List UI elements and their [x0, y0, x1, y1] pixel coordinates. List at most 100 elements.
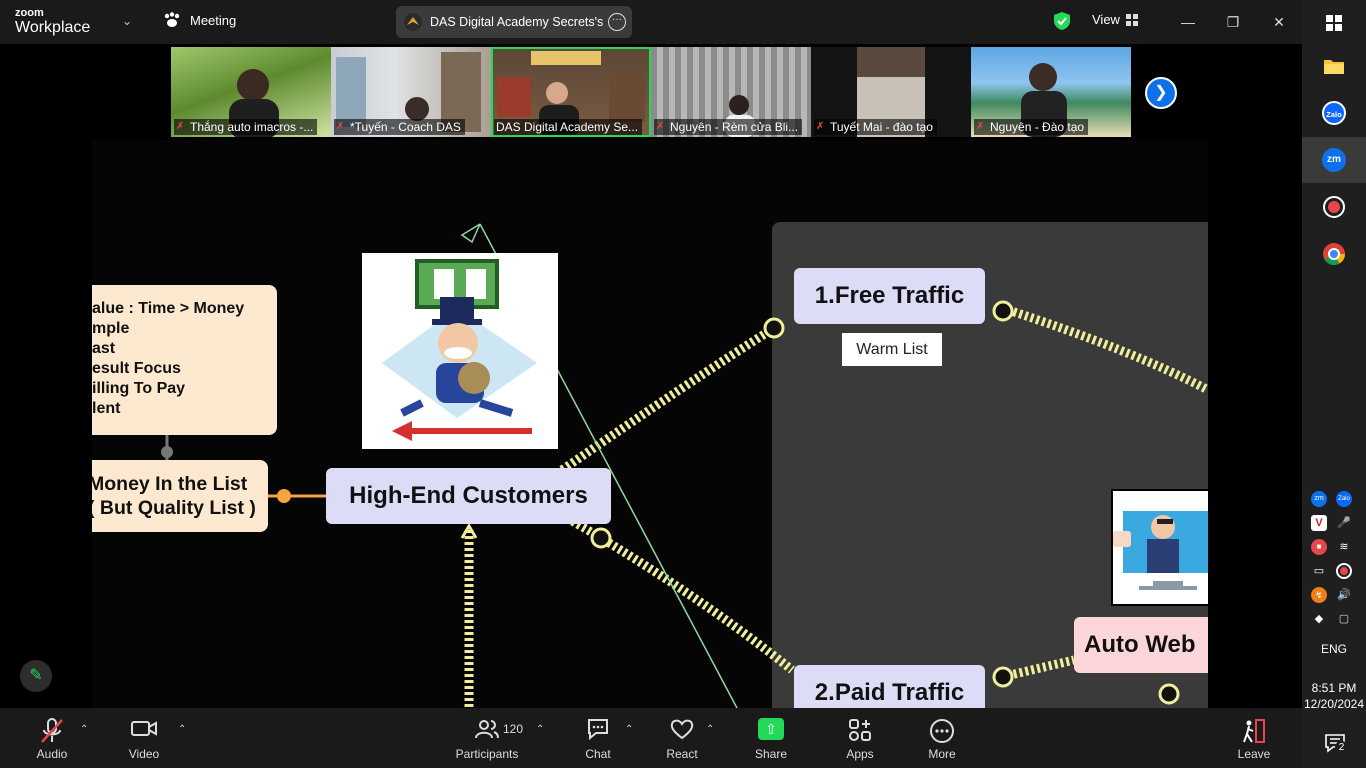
muted-mic-icon: ✗ — [816, 121, 825, 132]
input-language[interactable]: ENG — [1302, 642, 1366, 656]
share-button[interactable]: ⇧ Share — [751, 708, 791, 768]
participant-name-tag: ✗ Nguyên - Rèm cửa Bli... — [654, 119, 803, 135]
microphone-tray-icon[interactable]: 🎤 — [1336, 515, 1352, 531]
leave-door-icon — [1243, 719, 1265, 743]
auto-webinar-node: Auto Web — [1074, 617, 1208, 673]
wifi-icon[interactable]: ≋ — [1336, 539, 1352, 555]
display-icon[interactable]: ▢ — [1336, 611, 1352, 627]
muted-microphone-icon — [41, 718, 63, 743]
participant-tile[interactable]: ✗ Nguyên - Rèm cửa Bli... — [651, 47, 811, 137]
meeting-toolbar: Audio ⌃ Video ⌃ Participants 120 ⌃ Chat … — [0, 708, 1302, 768]
money-line: ( But Quality List ) — [92, 497, 256, 519]
participant-name-tag: ✗ Thắng auto imacros -... — [174, 119, 318, 135]
participant-tile-active-speaker[interactable]: DAS Digital Academy Se... — [491, 47, 651, 137]
folder-icon — [1324, 60, 1344, 74]
value-line: ast — [92, 340, 116, 357]
value-criteria-box: alue : Time > Money mple ast esult Focus… — [92, 285, 277, 435]
participants-options-chevron-icon[interactable]: ⌃ — [536, 724, 544, 735]
leave-button[interactable]: Leave — [1234, 708, 1274, 768]
webinar-presenter-illustration — [1111, 489, 1208, 606]
app-tray-icon[interactable]: ■ — [1311, 539, 1327, 555]
file-explorer-button[interactable] — [1302, 43, 1366, 89]
more-button[interactable]: More — [922, 708, 962, 768]
free-traffic-node: 1.Free Traffic — [794, 268, 985, 324]
update-tray-icon[interactable]: ↯ — [1311, 587, 1327, 603]
screen-recorder-button[interactable] — [1302, 184, 1366, 230]
chevron-down-icon[interactable]: ⌄ — [122, 14, 132, 28]
muted-mic-icon: ✗ — [976, 121, 985, 132]
zoom-app-button[interactable]: zm — [1302, 137, 1366, 183]
paid-traffic-node: 2.Paid Traffic — [794, 665, 985, 708]
muted-mic-icon: ✗ — [656, 121, 665, 132]
participants-icon — [475, 720, 499, 739]
windows-logo-icon — [1326, 15, 1342, 31]
participant-tile[interactable]: ✗ Nguyên - Đào tạo — [971, 47, 1131, 137]
shared-screen: alue : Time > Money mple ast esult Focus… — [92, 140, 1208, 708]
speaker-icon[interactable]: 🔊 — [1336, 587, 1352, 603]
clock-date: 12/20/2024 — [1303, 697, 1365, 711]
meeting-menu[interactable]: Meeting — [163, 12, 236, 28]
annotate-pencil-icon[interactable]: ✎ — [20, 660, 52, 692]
react-button[interactable]: React — [662, 708, 702, 768]
security-shield-icon[interactable] — [1053, 11, 1071, 31]
tray-app-icon[interactable]: ◆ — [1311, 611, 1327, 627]
react-label: React — [666, 747, 698, 761]
zoom-workplace-logo[interactable]: zoom Workplace — [15, 8, 90, 36]
das-logo-icon — [404, 13, 422, 31]
participant-name-tag: ✗ *Tuyến - Coach DAS — [334, 119, 465, 135]
zalo-icon: Zalo — [1322, 101, 1346, 125]
windows-taskbar: Zalo zm zm Zalo V 🎤 ■ ≋ ▭ ↯ 🔊 ◆ ▢ ENG 8:… — [1302, 0, 1366, 768]
video-options-chevron-icon[interactable]: ⌃ — [178, 724, 186, 735]
share-title: DAS Digital Academy Secrets's sc — [430, 15, 604, 29]
share-screen-icon: ⇧ — [758, 718, 784, 740]
more-dots-icon — [930, 719, 954, 743]
brand-line1: zoom — [15, 7, 44, 19]
maximize-button[interactable]: ❐ — [1221, 10, 1245, 34]
system-clock[interactable]: 8:51 PM 12/20/2024 — [1302, 680, 1366, 712]
view-button[interactable]: View — [1092, 12, 1138, 27]
screen-share-pill[interactable]: DAS Digital Academy Secrets's sc ··· — [396, 6, 632, 38]
leave-label: Leave — [1237, 747, 1271, 761]
chat-button[interactable]: Chat — [578, 708, 618, 768]
participant-name-tag: DAS Digital Academy Se... — [494, 119, 643, 135]
zalo-tray-icon[interactable]: Zalo — [1336, 491, 1352, 507]
participant-tile[interactable]: ✗ Thắng auto imacros -... — [171, 47, 331, 137]
chat-options-chevron-icon[interactable]: ⌃ — [625, 724, 633, 735]
notification-count: 2 — [1335, 741, 1348, 754]
view-label: View — [1092, 12, 1120, 27]
notification-center-icon[interactable]: 2 — [1324, 732, 1348, 759]
apps-button[interactable]: Apps — [840, 708, 880, 768]
close-button[interactable]: ✕ — [1267, 10, 1291, 34]
vivaldi-tray-icon[interactable]: V — [1311, 515, 1327, 531]
record-tray-icon[interactable] — [1336, 563, 1352, 579]
audio-options-chevron-icon[interactable]: ⌃ — [80, 724, 88, 735]
participants-button[interactable]: Participants — [453, 708, 521, 768]
muted-mic-icon: ✗ — [336, 121, 345, 132]
paw-icon — [164, 12, 180, 27]
title-bar: zoom Workplace ⌄ Meeting DAS Digital Aca… — [0, 0, 1302, 44]
chrome-icon — [1323, 243, 1345, 265]
windows-start-button[interactable] — [1302, 0, 1366, 46]
participant-tile[interactable]: ✗ Tuyết Mai - đào tạo — [811, 47, 971, 137]
zoom-icon: zm — [1322, 148, 1346, 172]
value-line: illing To Pay — [92, 380, 186, 397]
next-page-chevron-icon[interactable]: ❯ — [1145, 77, 1177, 109]
chrome-browser-button[interactable] — [1302, 231, 1366, 277]
audio-button[interactable]: Audio — [32, 708, 72, 768]
participant-tile[interactable]: ✗ *Tuyến - Coach DAS — [331, 47, 491, 137]
money-in-list-box: Money In the List ( But Quality List ) — [92, 460, 268, 532]
value-line: lent — [92, 400, 121, 417]
more-options-icon[interactable]: ··· — [608, 13, 626, 31]
zoom-tray-icon[interactable]: zm — [1311, 491, 1327, 507]
react-options-chevron-icon[interactable]: ⌃ — [706, 724, 714, 735]
battery-icon[interactable]: ▭ — [1311, 563, 1327, 579]
more-label: More — [928, 747, 956, 761]
participants-label: Participants — [455, 747, 519, 761]
zalo-app-button[interactable]: Zalo — [1302, 90, 1366, 136]
participant-name-tag: ✗ Tuyết Mai - đào tạo — [814, 119, 937, 135]
video-button[interactable]: Video — [124, 708, 164, 768]
share-label: Share — [754, 747, 788, 761]
meeting-label: Meeting — [190, 12, 237, 28]
minimize-button[interactable]: — — [1176, 10, 1200, 34]
audio-label: Audio — [36, 747, 68, 761]
